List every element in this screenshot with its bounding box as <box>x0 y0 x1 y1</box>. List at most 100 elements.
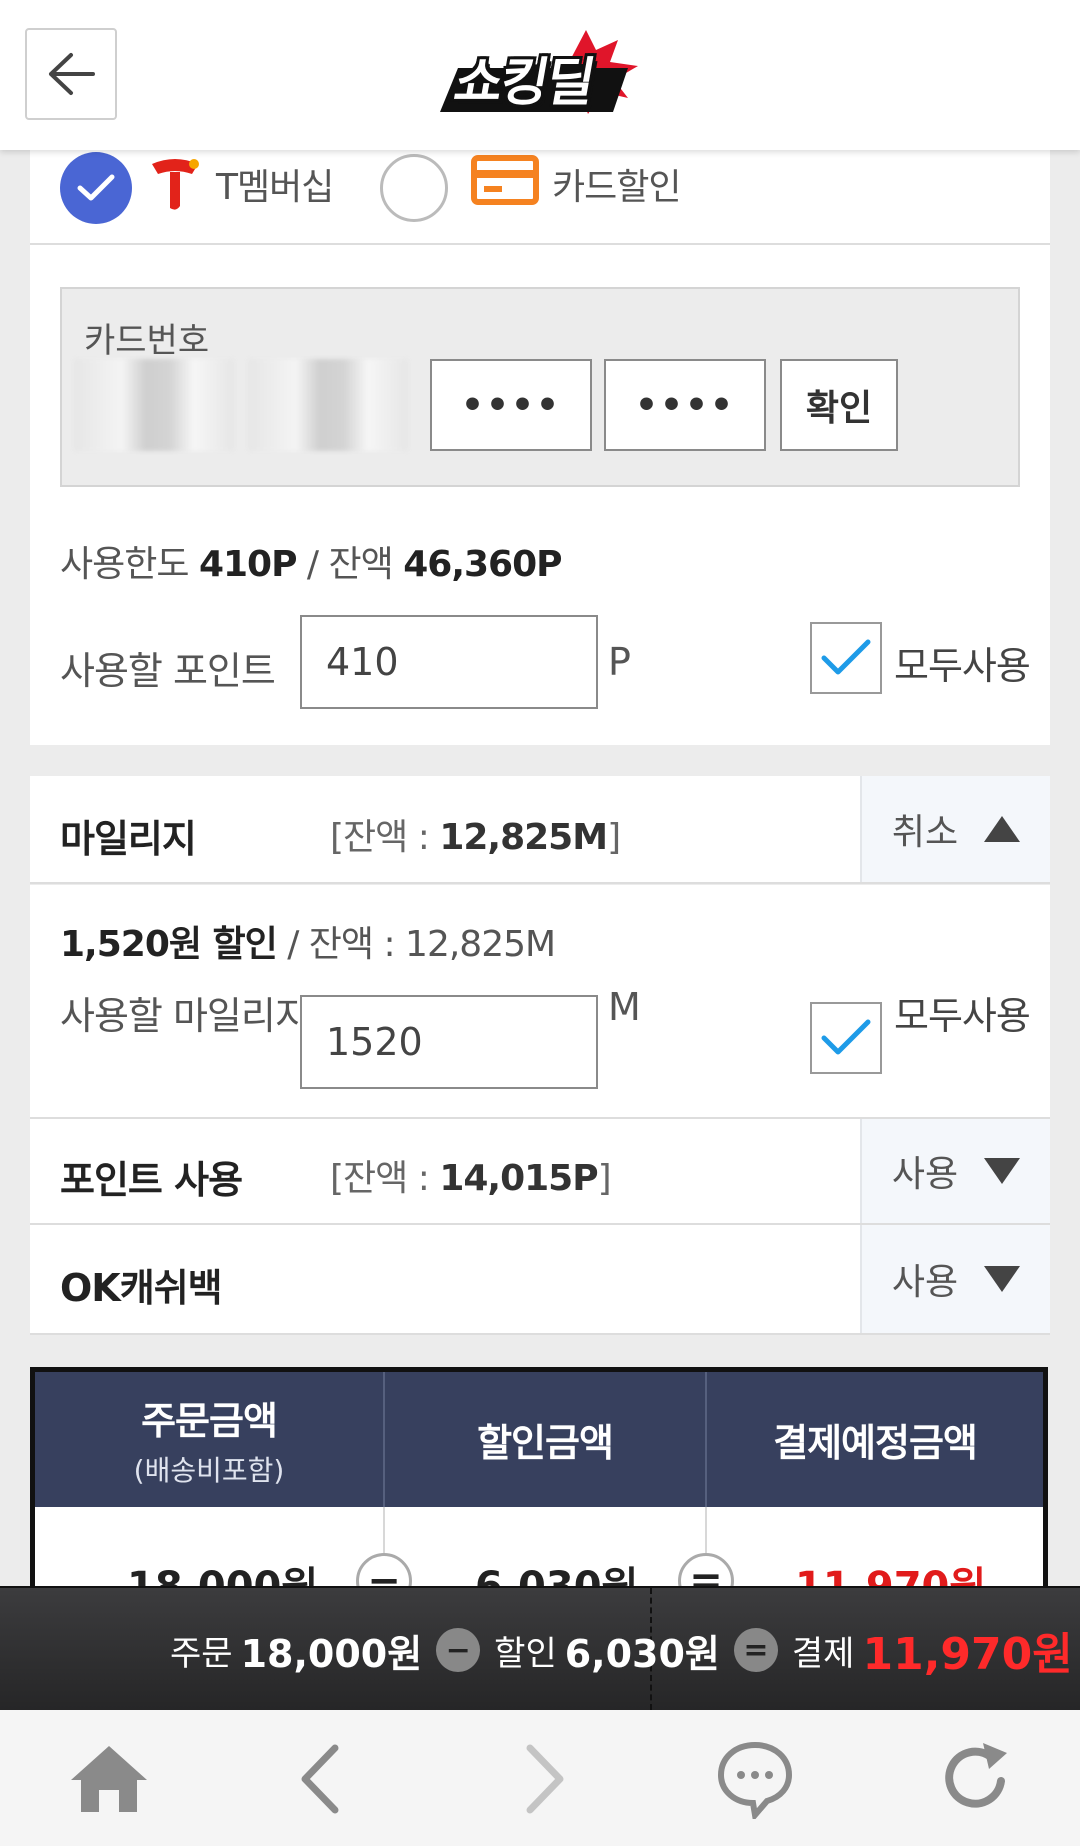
balance-value: 12,825M <box>439 817 608 858</box>
order-header-sub: (배송비포함) <box>133 1454 285 1487</box>
points-input[interactable]: 410 <box>300 615 598 709</box>
limit-prefix: 사용한도 <box>60 544 189 585</box>
mileage-discount: 1,520원 할인 <box>60 924 278 965</box>
order-label: 주문 <box>170 1633 233 1674</box>
use-all-points-checkbox[interactable] <box>810 622 882 694</box>
cancel-label: 취소 <box>891 812 959 853</box>
mileage-unit: M <box>608 985 641 1029</box>
checkmark-icon <box>821 639 871 675</box>
card-number-field-3[interactable]: •••• <box>430 359 592 451</box>
refresh-icon <box>945 1743 1007 1808</box>
chat-bubble-icon <box>717 1741 793 1819</box>
discount-amount-value: 6,030원 <box>475 1564 639 1587</box>
balance-prefix: [잔액 : <box>330 817 440 858</box>
order-value: 18,000원 <box>240 1631 423 1676</box>
discount-amount-header: 할인금액 <box>385 1372 705 1507</box>
payment-value: 11,970원 <box>862 1629 1073 1680</box>
card-discount-label: 카드할인 <box>552 167 681 208</box>
minus-icon: − <box>436 1628 481 1672</box>
home-button[interactable] <box>64 1739 154 1819</box>
checkmark-icon <box>77 174 115 201</box>
mileage-body: 1,520원 할인 / 잔액 : 12,825M 사용할 마일리지 1520 M… <box>30 885 1050 1117</box>
ok-cashbag-row: OK캐쉬백 사용 <box>30 1225 1050 1333</box>
balance-prefix: 잔액 <box>328 544 394 585</box>
points-unit: P <box>608 640 631 684</box>
point-use-title: 포인트 사용 <box>60 1158 243 1202</box>
use-all-label: 모두사용 <box>894 994 1031 1038</box>
card-discount-radio[interactable] <box>380 154 448 222</box>
price-summary-table: 주문금액 (배송비포함) 할인금액 결제예정금액 18,000원 − 6,030… <box>30 1367 1048 1587</box>
order-amount-value: 18,000원 <box>127 1564 319 1587</box>
t-membership-radio[interactable] <box>60 152 132 224</box>
browser-back-button[interactable] <box>275 1739 365 1819</box>
top-header: 쇼킹딜 <box>0 0 1080 150</box>
limit-value: 410P <box>198 544 298 585</box>
refresh-button[interactable] <box>930 1739 1020 1819</box>
balance-value: 46,360P <box>403 544 562 585</box>
use-mileage-label: 사용할 마일리지 <box>60 994 310 1038</box>
points-limit-text: 사용한도 410P / 잔액 46,360P <box>60 535 563 587</box>
t-brand-icon <box>152 159 199 210</box>
payment-label: 결제 <box>791 1633 855 1674</box>
mileage-row: 마일리지 [잔액 : 12,825M] 취소 <box>30 776 1050 882</box>
use-points-label: 사용할 포인트 <box>60 649 276 693</box>
divider <box>30 1333 1050 1335</box>
discount-value: 6,030원 <box>564 1631 720 1676</box>
mileage-cancel-button[interactable]: 취소 <box>860 776 1050 882</box>
triangle-up-icon <box>984 816 1021 842</box>
mileage-balance: [잔액 : 12,825M] <box>330 808 621 860</box>
summary-header: 주문금액 (배송비포함) 할인금액 결제예정금액 <box>35 1372 1043 1507</box>
chat-button[interactable] <box>710 1739 800 1819</box>
discount-type-row: T멤버십 카드할인 <box>30 150 1050 243</box>
discount-label: 할인 <box>494 1633 557 1674</box>
divider <box>30 882 1050 884</box>
use-all-mileage-checkbox[interactable] <box>810 1002 882 1074</box>
order-amount-header: 주문금액 (배송비포함) <box>35 1372 383 1507</box>
balance-prefix: [잔액 : <box>330 1158 440 1199</box>
point-use-button[interactable]: 사용 <box>860 1119 1050 1223</box>
use-label: 사용 <box>891 1154 959 1195</box>
point-use-row: 포인트 사용 [잔액 : 14,015P] 사용 <box>30 1119 1050 1223</box>
separator: / <box>306 544 319 585</box>
shocking-deal-logo[interactable]: 쇼킹딜 <box>438 28 648 120</box>
card-confirm-button[interactable]: 확인 <box>780 359 898 451</box>
home-icon <box>71 1746 147 1812</box>
arrow-left-icon <box>49 53 95 95</box>
browser-forward-button[interactable] <box>500 1739 590 1819</box>
ok-cashbag-use-button[interactable]: 사용 <box>860 1225 1050 1333</box>
payment-summary-bar: 주문 18,000원 − 할인 6,030원 = 결제 11,970원 <box>0 1586 1080 1710</box>
minus-icon: − <box>356 1553 412 1587</box>
card-number-field-1[interactable] <box>74 359 234 451</box>
triangle-down-icon <box>984 1266 1021 1292</box>
balance-suffix: ] <box>597 1158 612 1199</box>
back-button[interactable] <box>25 28 117 120</box>
card-points-section: 카드번호 •••• •••• 확인 사용한도 410P / 잔액 46,360P… <box>30 245 1050 745</box>
equals-icon: = <box>733 1628 778 1672</box>
checkmark-icon <box>821 1019 871 1055</box>
use-label: 사용 <box>891 1262 959 1303</box>
mileage-summary: 1,520원 할인 / 잔액 : 12,825M <box>60 915 556 967</box>
credit-card-icon <box>471 155 539 205</box>
card-number-field-4[interactable]: •••• <box>604 359 766 451</box>
browser-nav-bar <box>0 1708 1080 1846</box>
balance-suffix: ] <box>607 817 621 858</box>
discount-header-text: 할인금액 <box>477 1421 614 1465</box>
equals-icon: = <box>678 1553 734 1587</box>
mileage-balance-text: / 잔액 : 12,825M <box>276 924 556 965</box>
payment-header-text: 결제예정금액 <box>773 1421 978 1465</box>
card-number-box: 카드번호 •••• •••• 확인 <box>60 287 1020 487</box>
card-number-label: 카드번호 <box>84 321 210 361</box>
ok-cashbag-title: OK캐쉬백 <box>60 1266 223 1310</box>
mileage-title: 마일리지 <box>60 817 197 861</box>
card-number-field-2[interactable] <box>248 359 408 451</box>
logo-text: 쇼킹딜 <box>449 53 598 113</box>
point-use-balance: [잔액 : 14,015P] <box>330 1149 612 1201</box>
payment-summary-content: 주문 18,000원 − 할인 6,030원 = 결제 11,970원 <box>170 1618 1073 1682</box>
payment-amount-value: 11,970원 <box>795 1564 987 1587</box>
t-membership-label: T멤버십 <box>216 167 334 208</box>
mileage-input[interactable]: 1520 <box>300 995 598 1089</box>
triangle-down-icon <box>984 1158 1021 1184</box>
payment-amount-header: 결제예정금액 <box>707 1372 1043 1507</box>
balance-value: 14,015P <box>439 1158 598 1199</box>
chevron-right-icon <box>526 1744 564 1814</box>
